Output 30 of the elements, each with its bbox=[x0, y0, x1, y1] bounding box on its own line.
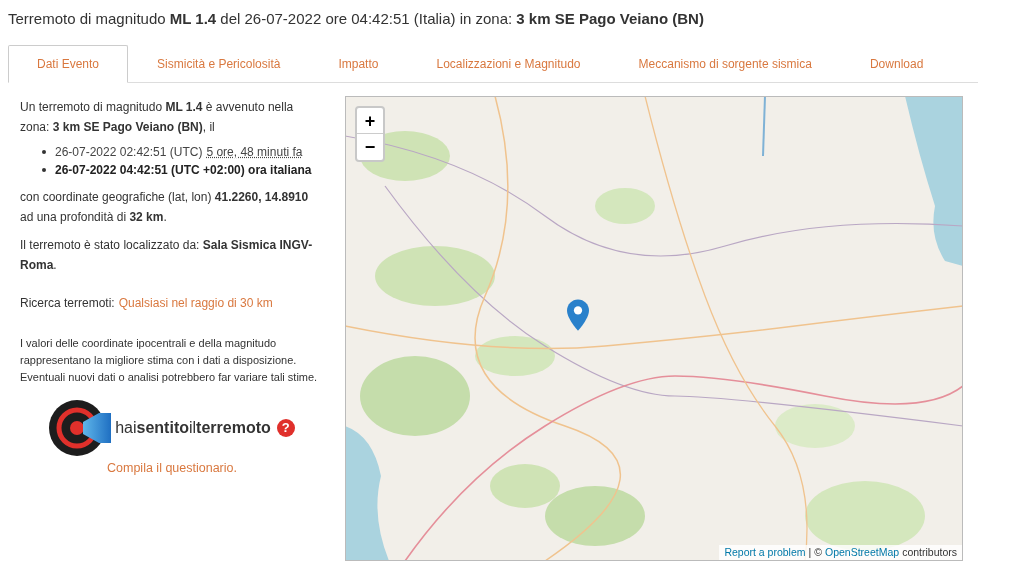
attribution-text: contributors bbox=[902, 545, 957, 560]
target-logo-icon bbox=[49, 400, 112, 456]
logo-text: haisentitoilterremoto bbox=[115, 418, 271, 438]
tab[interactable]: Meccanismo di sorgente sismica bbox=[609, 45, 841, 83]
openstreetmap-link[interactable]: OpenStreetMap bbox=[825, 545, 900, 560]
summary-text: Un terremoto di magnitudo ML 1.4 è avvenuto nella zona: 3 km SE Pago Veiano (BN), il bbox=[20, 99, 295, 136]
tab[interactable]: Impatto bbox=[309, 45, 408, 83]
search-label: Ricerca terremoti: bbox=[20, 295, 115, 312]
help-button[interactable]: ? bbox=[276, 419, 295, 437]
coordinates-text: con coordinate geografiche (lat, lon) 41.2260, 14.8910 ad una profondità di 32 km. bbox=[20, 189, 310, 226]
tab[interactable]: Sismicità e Pericolosità bbox=[128, 45, 310, 83]
report-problem-link[interactable]: Report a problem bbox=[724, 545, 806, 560]
map-marker-icon bbox=[567, 299, 589, 331]
relative-time: 5 ore, 48 minuti fa bbox=[206, 144, 303, 161]
bullet-icon bbox=[42, 150, 46, 154]
page-title: Terremoto di magnitudo ML 1.4 del 26-07-2022 ore 04:42:51 (Italia) in zona: 3 km SE Pago Veiano (BN) bbox=[8, 9, 705, 29]
time-text: 26-07-2022 04:42:51 (UTC +02:00) ora italiana bbox=[55, 162, 312, 179]
zoom-in-button[interactable]: + bbox=[357, 108, 383, 134]
located-by-text: Il terremoto è stato localizzato da: Sala Sismica INGV-Roma. bbox=[20, 237, 314, 274]
copyright-symbol: © bbox=[814, 545, 822, 560]
questionnaire-link[interactable]: Compila il questionario. bbox=[107, 458, 237, 478]
tab[interactable]: Dati Evento bbox=[8, 45, 129, 83]
disclaimer-text: I valori delle coordinate ipocentrali e della magnitudo rappresentano la migliore stima con i dati a disposizione. Eventuali nuovi dati o analisi potrebbero far variare tali stime. bbox=[20, 336, 319, 385]
zoom-out-button[interactable]: − bbox=[357, 134, 383, 160]
tab[interactable]: Localizzazioni e Magnitudo bbox=[407, 45, 610, 83]
attribution-separator: | bbox=[808, 545, 812, 560]
tab[interactable]: Download bbox=[840, 45, 953, 83]
time-text: 26-07-2022 02:42:51 (UTC) bbox=[55, 144, 203, 161]
bullet-icon bbox=[42, 168, 46, 172]
radius-search-link[interactable]: Qualsiasi nel raggio di 30 km bbox=[118, 293, 273, 313]
